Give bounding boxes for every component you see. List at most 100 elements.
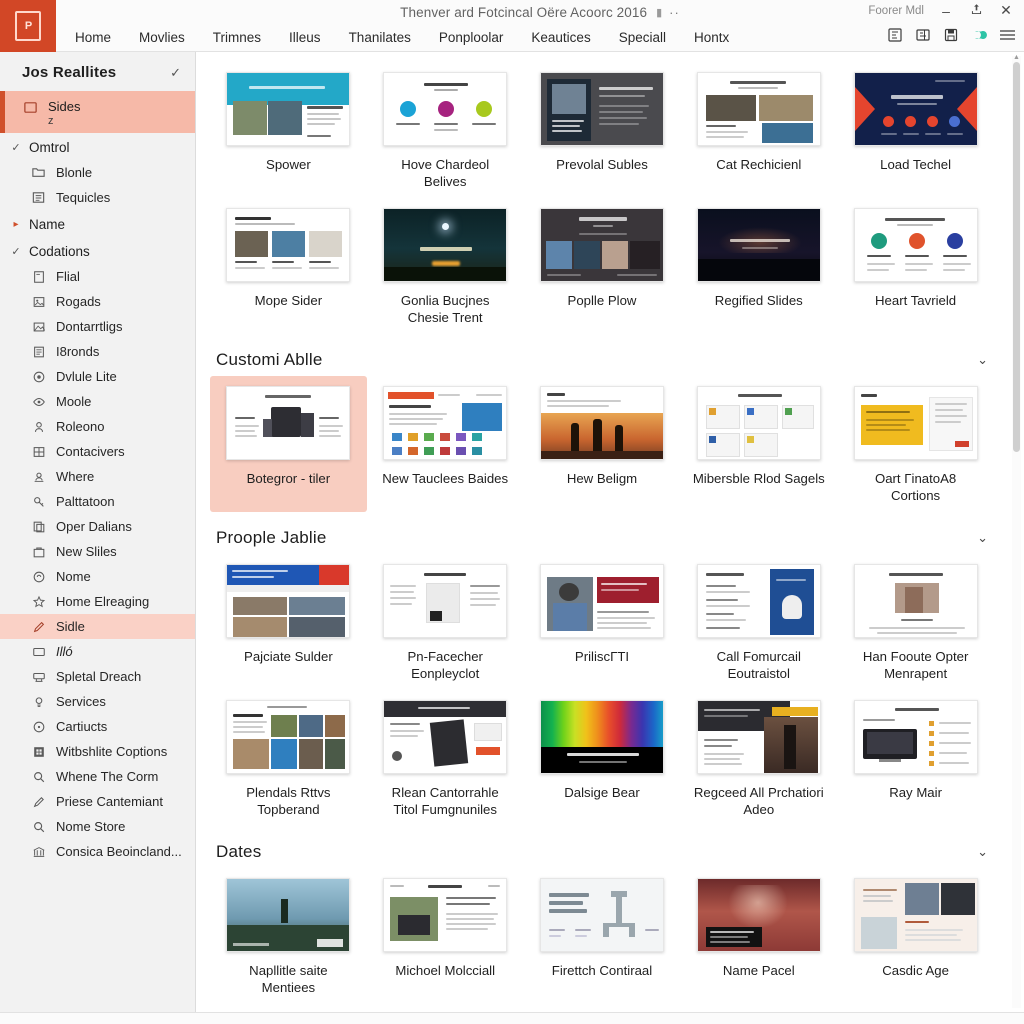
sidebar-item-contacivers[interactable]: Contacivers (0, 439, 195, 464)
template-card[interactable]: Heart Tavrield (837, 198, 994, 334)
template-card[interactable]: Gonlia Bucjnes Chesie Trent (367, 198, 524, 334)
template-card[interactable]: Spower (210, 62, 367, 198)
sidebar-item-services[interactable]: Services (0, 689, 195, 714)
template-card[interactable]: Prevolal Subles (524, 62, 681, 198)
template-card[interactable]: Poplle Plow (524, 198, 681, 334)
vertical-scrollbar[interactable]: ▲ (1012, 54, 1021, 1008)
menu-item-thanilates[interactable]: Thanilates (346, 28, 414, 47)
template-card[interactable]: Casdic Age (837, 868, 994, 1004)
sidebar-item-sides[interactable]: Sides z (0, 91, 195, 133)
template-label: Michoel Molcciall (395, 963, 496, 978)
template-card[interactable]: Call Fomurcail Eoutraistol (680, 554, 837, 690)
window-controls: Foorer Mdl – ✕ (868, 2, 1014, 19)
close-button[interactable]: ✕ (998, 2, 1014, 19)
template-card[interactable]: Ray Mair (837, 690, 994, 826)
template-card[interactable]: Napllitle saite Mentiees (210, 868, 367, 1004)
sidebar-item-where[interactable]: Where (0, 464, 195, 489)
minimize-button[interactable]: – (938, 3, 954, 19)
sidebar-item-i8ronds[interactable]: I8ronds (0, 339, 195, 364)
section-header-dates[interactable]: Dates ⌄ (196, 826, 1008, 868)
sidebar-item-nome[interactable]: Nome (0, 564, 195, 589)
sidebar-item-new-sliles[interactable]: New Sliles (0, 539, 195, 564)
sidebar-item-blonle[interactable]: Blonle (0, 160, 195, 185)
template-card[interactable]: Mibersble Rlod Sagels (680, 376, 837, 512)
template-card[interactable]: PriliscΓTI (524, 554, 681, 690)
sidebar-item-priese-cantemiant[interactable]: Priese Cantemiant (0, 789, 195, 814)
comments-icon[interactable] (886, 26, 904, 44)
sidebar-group-omtrol[interactable]: ✓ Omtrol (0, 133, 195, 160)
template-card[interactable]: Load Techel (837, 62, 994, 198)
chevron-down-icon[interactable]: ⌄ (977, 530, 988, 546)
sidebar-item-dontarrtligs[interactable]: Dontarrtligs (0, 314, 195, 339)
sidebar-item-palttatoon[interactable]: Palttatoon (0, 489, 195, 514)
template-card[interactable]: Regified Slides (680, 198, 837, 334)
sidebar-item-roleono[interactable]: Roleono (0, 414, 195, 439)
template-card[interactable]: Cat Rechicienl (680, 62, 837, 198)
menu-item-home[interactable]: Home (72, 28, 114, 47)
menu-item-illeus[interactable]: Illeus (286, 28, 324, 47)
presence-icon[interactable] (970, 26, 988, 44)
sidebar-header[interactable]: Jos Reallites ✓ (0, 58, 195, 91)
pin-icon[interactable]: ▮ (656, 6, 662, 19)
chevron-down-icon[interactable]: ⌄ (977, 844, 988, 860)
sidebar-item-consica-beoincland[interactable]: Consica Beoincland... (0, 839, 195, 864)
template-card[interactable]: Plendals Rttvs Topberand (210, 690, 367, 826)
sidebar-item-oper-dalians[interactable]: Oper Dalians (0, 514, 195, 539)
template-card[interactable]: Pn-Facecher Eonpleyclot (367, 554, 524, 690)
status-bar (0, 1012, 1024, 1024)
template-card-selected[interactable]: Botegror - tiler (210, 376, 367, 512)
more-options-icon[interactable]: ·· (669, 5, 680, 20)
sidebar-item-home-elreaging[interactable]: Home Elreaging (0, 589, 195, 614)
template-card[interactable]: Regceed All Prchatiori Adeo (680, 690, 837, 826)
template-card[interactable]: Michoel Molcciall (367, 868, 524, 1004)
save-icon[interactable] (942, 26, 960, 44)
template-card[interactable]: Hove Chardeol Belives (367, 62, 524, 198)
menu-item-trimnes[interactable]: Trimnes (210, 28, 264, 47)
menu-item-keautices[interactable]: Keautices (528, 28, 593, 47)
sidebar-group-name[interactable]: ▸ Name (0, 210, 195, 237)
template-thumbnail (383, 564, 508, 638)
sidebar-item-sidle[interactable]: Sidle (0, 614, 195, 639)
template-card[interactable]: Hew Beligm (524, 376, 681, 512)
folder-icon (30, 164, 47, 181)
section-header-customizable[interactable]: Customi Ablle ⌄ (196, 334, 1008, 376)
sidebar-item-flial[interactable]: Flial (0, 264, 195, 289)
restore-button[interactable] (968, 3, 984, 19)
template-card[interactable]: Mope Sider (210, 198, 367, 334)
sidebar-item-rogads[interactable]: Rogads (0, 289, 195, 314)
menu-item-ponploolar[interactable]: Ponploolar (436, 28, 507, 47)
sidebar-group-codations[interactable]: ✓ Codations (0, 237, 195, 264)
scrollbar-thumb[interactable] (1013, 62, 1020, 452)
notes-icon[interactable] (914, 26, 932, 44)
section-header-people[interactable]: Proople Jablie ⌄ (196, 512, 1008, 554)
sidebar-item-dvlule-lite[interactable]: Dvlule Lite (0, 364, 195, 389)
menu-item-speciall[interactable]: Speciall (616, 28, 669, 47)
template-label: Dalsige Bear (564, 785, 640, 800)
gallery-scroll-area: Spower Hove Chardeol Belives Prevolal Su… (196, 52, 1008, 1012)
sidebar[interactable]: Jos Reallites ✓ Sides z ✓ Omtrol Blonle … (0, 52, 196, 1012)
scroll-up-arrow-icon[interactable]: ▲ (1012, 54, 1021, 61)
template-card[interactable]: Pajciate Sulder (210, 554, 367, 690)
sidebar-item-witbshlite-coptions[interactable]: Witbshlite Coptions (0, 739, 195, 764)
sidebar-item-illo[interactable]: Illó (0, 639, 195, 664)
sidebar-item-whene-the-corm[interactable]: Whene The Corm (0, 764, 195, 789)
sidebar-item-nome-store[interactable]: Nome Store (0, 814, 195, 839)
sidebar-item-spletal-dreach[interactable]: Spletal Dreach (0, 664, 195, 689)
template-thumbnail (696, 208, 821, 282)
template-card[interactable]: Name Pacel (680, 868, 837, 1004)
sidebar-item-moole[interactable]: Moole (0, 389, 195, 414)
menu-item-movlies[interactable]: Movlies (136, 28, 188, 47)
hamburger-menu-icon[interactable] (998, 26, 1016, 44)
template-card[interactable]: New Tauclees Baides (367, 376, 524, 512)
menu-item-hontx[interactable]: Hontx (691, 28, 732, 47)
template-card[interactable]: Dalsige Bear (524, 690, 681, 826)
template-card[interactable]: Firettch Contiraal (524, 868, 681, 1004)
template-thumbnail (383, 72, 508, 146)
sidebar-item-tequicles[interactable]: Tequicles (0, 185, 195, 210)
template-card[interactable]: Rlean Cantorrahle Titol Fumgnuniles (367, 690, 524, 826)
sidebar-item-cartiucts[interactable]: Cartiucts (0, 714, 195, 739)
chevron-down-icon[interactable]: ⌄ (977, 352, 988, 368)
account-label[interactable]: Foorer Mdl (868, 5, 924, 17)
template-card[interactable]: Han Fooute Opter Menrapent (837, 554, 994, 690)
template-card[interactable]: Oart ΓinatoA8 Cortions (837, 376, 994, 512)
